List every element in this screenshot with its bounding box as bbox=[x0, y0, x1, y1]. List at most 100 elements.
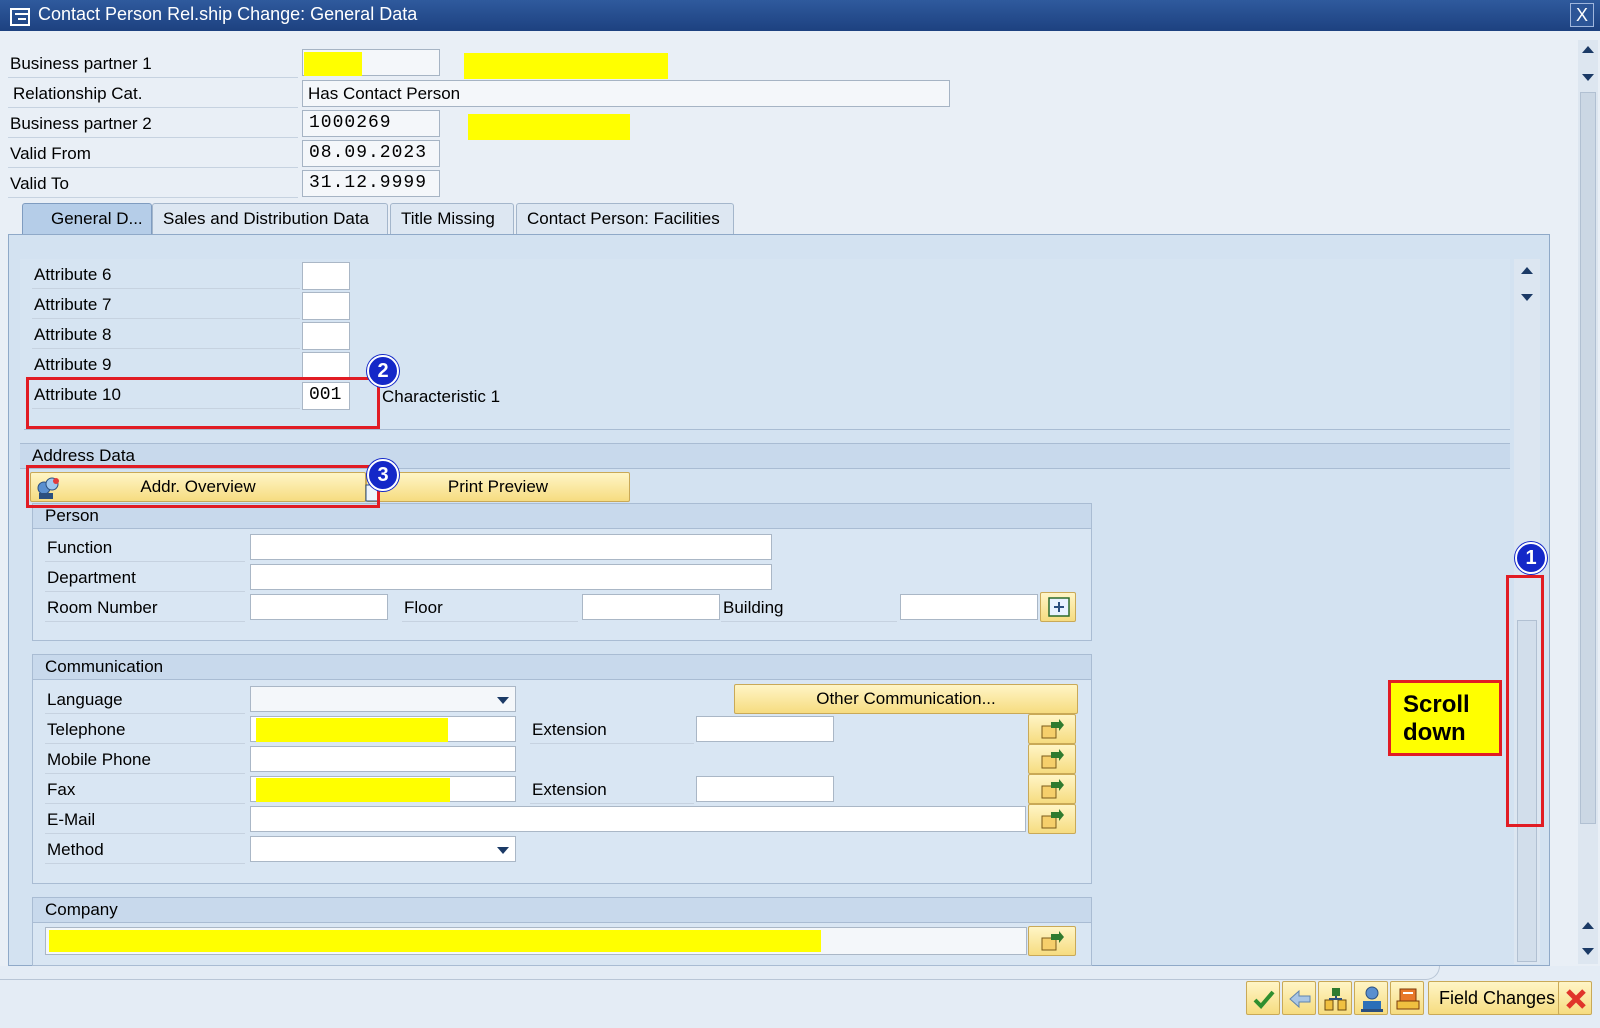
row-divider bbox=[402, 621, 578, 622]
tab-contact-facilities[interactable]: Contact Person: Facilities bbox=[516, 203, 734, 235]
redaction bbox=[464, 53, 668, 79]
row-divider bbox=[530, 803, 694, 804]
room-number-label: Room Number bbox=[47, 598, 158, 617]
chevron-down-icon bbox=[497, 847, 509, 854]
hierarchy-icon bbox=[1323, 986, 1349, 1017]
print-preview-label: Print Preview bbox=[447, 477, 549, 496]
language-label: Language bbox=[47, 690, 123, 709]
footer-divider bbox=[0, 966, 1440, 980]
row-divider bbox=[8, 137, 298, 138]
scroll-down-note: Scroll down bbox=[1388, 680, 1502, 756]
valid-from-label: Valid From bbox=[10, 144, 91, 163]
redaction bbox=[304, 52, 362, 76]
mobile-phone-input[interactable] bbox=[250, 746, 516, 772]
stamp-icon bbox=[1395, 986, 1421, 1017]
attr8-input[interactable] bbox=[302, 322, 350, 350]
attr7-label: Attribute 7 bbox=[34, 295, 112, 314]
fax-more-button[interactable] bbox=[1028, 774, 1076, 804]
print-preview-button[interactable]: Print Preview bbox=[365, 472, 630, 502]
telephone-more-button[interactable] bbox=[1028, 714, 1076, 744]
panel-divider bbox=[24, 429, 1510, 430]
attr6-label: Attribute 6 bbox=[34, 265, 112, 284]
row-divider bbox=[45, 621, 245, 622]
stamp-button[interactable] bbox=[1390, 981, 1424, 1015]
close-icon[interactable]: X bbox=[1570, 3, 1594, 27]
cancel-button[interactable] bbox=[1558, 981, 1592, 1015]
person-button[interactable] bbox=[1354, 981, 1388, 1015]
floor-input[interactable] bbox=[582, 594, 720, 620]
building-input[interactable] bbox=[900, 594, 1038, 620]
scroll-down-icon[interactable] bbox=[1582, 74, 1594, 81]
close-icon bbox=[1565, 988, 1587, 1015]
row-divider bbox=[32, 288, 300, 289]
scroll-up-icon[interactable] bbox=[1521, 267, 1533, 274]
attr7-input[interactable] bbox=[302, 292, 350, 320]
confirm-button[interactable] bbox=[1246, 981, 1280, 1015]
fax-label: Fax bbox=[47, 780, 76, 799]
checkmark-icon bbox=[1252, 987, 1276, 1016]
tab-title-missing[interactable]: Title Missing bbox=[390, 203, 514, 235]
email-label: E-Mail bbox=[47, 810, 96, 829]
window-title: Contact Person Rel.ship Change: General … bbox=[38, 4, 418, 24]
row-divider bbox=[8, 77, 298, 78]
department-input[interactable] bbox=[250, 564, 772, 590]
relcat-field: Has Contact Person bbox=[302, 80, 950, 107]
arrow-right-icon bbox=[1041, 749, 1065, 774]
building-label: Building bbox=[723, 598, 784, 617]
back-button[interactable] bbox=[1282, 981, 1316, 1015]
telephone-extension-label: Extension bbox=[532, 720, 607, 739]
telephone-label: Telephone bbox=[47, 720, 126, 739]
relcat-label: Relationship Cat. bbox=[13, 84, 143, 103]
email-more-button[interactable] bbox=[1028, 804, 1076, 834]
highlight-attribute-10 bbox=[26, 377, 380, 429]
row-divider bbox=[8, 167, 298, 168]
arrow-right-icon bbox=[1041, 809, 1065, 834]
field-changes-button[interactable]: Field Changes bbox=[1428, 981, 1567, 1015]
scroll-up-icon[interactable] bbox=[1582, 46, 1594, 53]
department-label: Department bbox=[47, 568, 136, 587]
row-divider bbox=[32, 348, 300, 349]
more-address-fields-button[interactable] bbox=[1040, 592, 1076, 622]
highlight-scrollbar bbox=[1506, 575, 1544, 827]
scroll-note-line-2: down bbox=[1403, 719, 1466, 746]
row-divider bbox=[45, 833, 245, 834]
method-label: Method bbox=[47, 840, 104, 859]
person-icon bbox=[1360, 985, 1384, 1018]
fax-extension-input[interactable] bbox=[696, 776, 834, 802]
scroll-down-icon[interactable] bbox=[1521, 294, 1533, 301]
tab-general-data[interactable]: General D... bbox=[22, 203, 152, 235]
row-divider bbox=[8, 197, 298, 198]
bp2-label: Business partner 2 bbox=[10, 114, 152, 133]
company-more-button[interactable] bbox=[1028, 926, 1076, 956]
fax-extension-label: Extension bbox=[532, 780, 607, 799]
method-select[interactable] bbox=[250, 836, 516, 862]
tab-sales-distribution[interactable]: Sales and Distribution Data bbox=[152, 203, 388, 235]
function-input[interactable] bbox=[250, 534, 772, 560]
mobile-more-button[interactable] bbox=[1028, 744, 1076, 774]
other-communication-button[interactable]: Other Communication... bbox=[734, 684, 1078, 714]
email-input[interactable] bbox=[250, 806, 1026, 832]
scroll-down-icon[interactable] bbox=[1582, 948, 1594, 955]
expand-fields-icon bbox=[1048, 597, 1070, 622]
attr6-input[interactable] bbox=[302, 262, 350, 290]
valid-to-label: Valid To bbox=[10, 174, 69, 193]
relationship-button[interactable] bbox=[1318, 981, 1352, 1015]
scrollbar-thumb[interactable] bbox=[1580, 92, 1596, 824]
language-select[interactable] bbox=[250, 686, 516, 712]
scroll-up-icon[interactable] bbox=[1582, 922, 1594, 929]
telephone-extension-input[interactable] bbox=[696, 716, 834, 742]
arrow-right-icon bbox=[1041, 719, 1065, 744]
row-divider bbox=[45, 773, 245, 774]
row-divider bbox=[721, 621, 897, 622]
annotation-badge-3: 3 bbox=[367, 459, 399, 491]
attr9-input[interactable] bbox=[302, 352, 350, 380]
function-label: Function bbox=[47, 538, 113, 557]
scroll-note-line-1: Scroll bbox=[1403, 691, 1470, 718]
row-divider bbox=[45, 803, 245, 804]
row-divider bbox=[32, 318, 300, 319]
row-divider bbox=[530, 743, 694, 744]
attr8-label: Attribute 8 bbox=[34, 325, 112, 344]
room-number-input[interactable] bbox=[250, 594, 388, 620]
highlight-addr-overview bbox=[26, 465, 380, 508]
floor-label: Floor bbox=[404, 598, 443, 617]
